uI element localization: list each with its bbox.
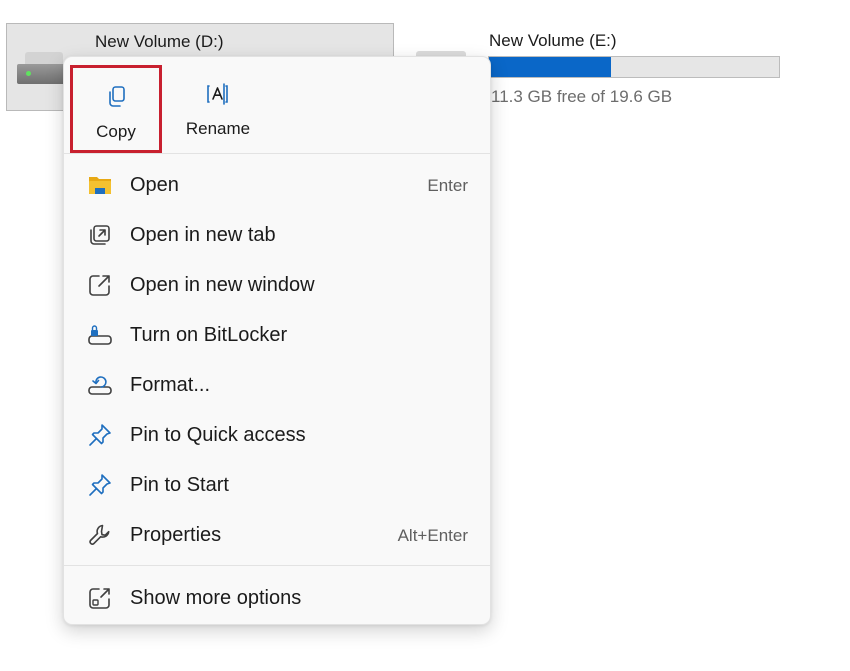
- drive-e-usage-bar: [488, 56, 780, 78]
- context-menu: Copy Rename Open Enter Open in new tab O…: [63, 56, 491, 625]
- drive-d-name: New Volume (D:): [95, 32, 224, 51]
- new-tab-icon: [90, 225, 110, 245]
- rename-label: Rename: [185, 119, 251, 138]
- rename-icon: [207, 83, 228, 105]
- menu-item-label: Open in new window: [130, 274, 315, 296]
- menu-item-open-in-new-window[interactable]: Open in new window: [64, 263, 490, 307]
- drive-e-space-text: 11.3 GB free of 19.6 GB: [491, 87, 673, 106]
- menu-item-label: Properties: [130, 524, 222, 546]
- menu-item-label: Open in new tab: [130, 224, 276, 246]
- menu-separator: [64, 153, 490, 154]
- menu-item-pin-to-start[interactable]: Pin to Start: [64, 463, 490, 507]
- menu-item-shortcut: Alt+Enter: [397, 526, 468, 545]
- drive-d-icon: [17, 52, 69, 84]
- pin-icon: [89, 424, 111, 446]
- pin-icon: [89, 474, 111, 496]
- quick-actions-bar: Copy Rename: [64, 57, 490, 153]
- copy-button[interactable]: Copy: [70, 65, 162, 153]
- new-window-icon: [89, 275, 110, 296]
- menu-item-properties[interactable]: Properties Alt+Enter: [64, 513, 490, 557]
- menu-item-label: Turn on BitLocker: [130, 324, 288, 346]
- menu-item-open[interactable]: Open Enter: [64, 163, 490, 207]
- copy-icon: [109, 86, 125, 107]
- menu-item-label: Open: [130, 174, 179, 196]
- menu-item-label: Pin to Start: [130, 474, 229, 496]
- menu-item-label: Format...: [130, 374, 211, 396]
- menu-item-pin-to-quick-access[interactable]: Pin to Quick access: [64, 413, 490, 457]
- folder-icon: [89, 177, 111, 194]
- show-more-icon: [89, 588, 110, 609]
- bitlocker-icon: [88, 325, 112, 345]
- menu-item-show-more-options[interactable]: Show more options: [64, 576, 490, 620]
- menu-separator: [64, 565, 490, 566]
- wrench-icon: [89, 524, 110, 545]
- menu-item-label: Pin to Quick access: [130, 424, 306, 446]
- format-icon: [88, 376, 112, 395]
- menu-item-turn-on-bitlocker[interactable]: Turn on BitLocker: [64, 313, 490, 357]
- menu-item-shortcut: Enter: [427, 176, 468, 195]
- copy-label: Copy: [96, 122, 136, 141]
- rename-button[interactable]: Rename: [172, 65, 264, 153]
- drive-e-name: New Volume (E:): [489, 31, 617, 50]
- menu-item-label: Show more options: [130, 587, 302, 609]
- menu-item-format[interactable]: Format...: [64, 363, 490, 407]
- menu-item-open-in-new-tab[interactable]: Open in new tab: [64, 213, 490, 257]
